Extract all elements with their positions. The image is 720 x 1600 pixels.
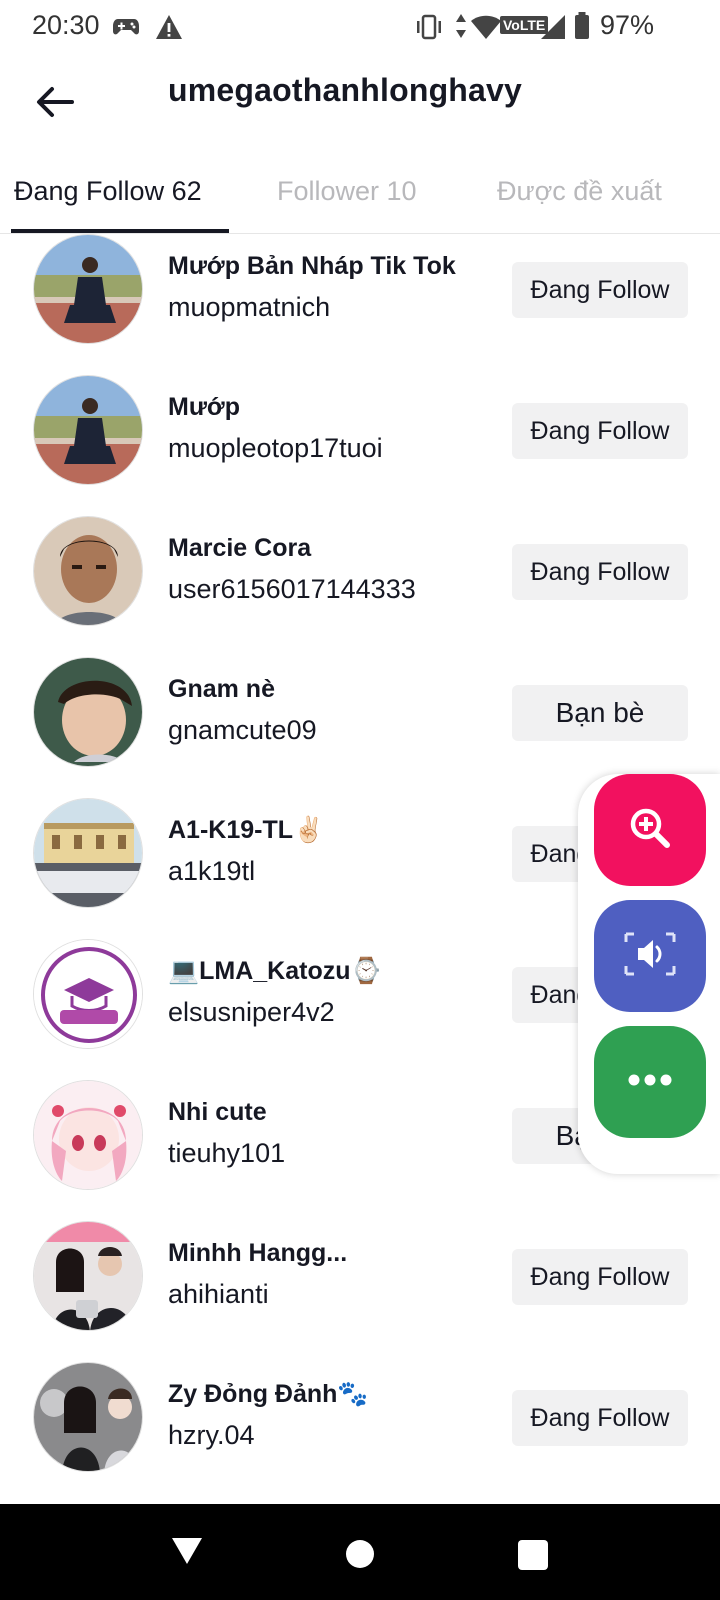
following-button[interactable]: Đang Follow [512, 544, 688, 600]
user-display-name: Nhi cute [168, 1098, 267, 1126]
more-icon [626, 1072, 674, 1093]
list-item[interactable]: Mướp Bản Nháp Tik Tok muopmatnich Đang F… [0, 234, 720, 378]
nav-home-icon[interactable] [346, 1540, 374, 1568]
avatar[interactable] [33, 375, 143, 485]
user-handle: muopleotop17tuoi [168, 433, 383, 463]
user-display-name: Zy Đỏng Đảnh🐾 [168, 1380, 369, 1408]
avatar[interactable] [33, 1080, 143, 1190]
nav-back-icon[interactable] [170, 1536, 204, 1571]
user-display-name: 💻LMA_Katozu⌚ [168, 957, 382, 985]
back-arrow-icon[interactable] [32, 78, 80, 126]
vibrate-icon [414, 14, 444, 45]
user-display-name: Marcie Cora [168, 534, 312, 562]
floating-action-panel [578, 774, 720, 1174]
user-handle: ahihianti [168, 1279, 269, 1309]
clock: 20:30 [32, 10, 100, 40]
battery-percent: 97% [600, 10, 655, 40]
header: umegaothanhlonghavy [0, 56, 720, 152]
tab-suggested[interactable]: Được đề xuất [497, 176, 662, 207]
user-handle: tieuhy101 [168, 1138, 286, 1168]
user-display-name: Mướp [168, 393, 240, 421]
battery-icon [574, 12, 590, 45]
user-display-name: A1-K19-TL✌🏻 [168, 816, 325, 844]
avatar[interactable] [33, 516, 143, 626]
user-handle: gnamcute09 [168, 715, 317, 745]
following-button[interactable]: Đang Follow [512, 262, 688, 318]
list-item[interactable]: Marcie Cora user6156017144333 Đang Follo… [0, 516, 720, 660]
user-handle: user6156017144333 [168, 574, 416, 604]
avatar[interactable] [33, 798, 143, 908]
signal-icon [540, 14, 566, 45]
following-button[interactable]: Đang Follow [512, 403, 688, 459]
zoom-in-icon [626, 804, 674, 857]
avatar[interactable] [33, 1221, 143, 1331]
list-item[interactable]: Minhh Hangg... ahihianti Đang Follow [0, 1221, 720, 1365]
tab-bar: Đang Follow 62 Follower 10 Được đề xuất [0, 166, 720, 234]
system-nav-bar [0, 1504, 720, 1600]
sound-button[interactable] [594, 900, 706, 1012]
warning-icon [155, 14, 183, 45]
user-handle: a1k19tl [168, 856, 256, 886]
status-bar: 20:30 VoLTE 97% [0, 0, 720, 56]
tab-followers[interactable]: Follower 10 [277, 176, 417, 207]
zoom-in-button[interactable] [594, 774, 706, 886]
nav-recents-icon[interactable] [518, 1540, 548, 1570]
game-controller-icon [112, 16, 140, 43]
avatar[interactable] [33, 939, 143, 1049]
friends-button[interactable]: Bạn bè [512, 685, 688, 741]
user-display-name: Gnam nè [168, 675, 275, 703]
page-title: umegaothanhlonghavy [168, 72, 523, 108]
wifi-icon [470, 14, 502, 45]
following-button[interactable]: Đang Follow [512, 1249, 688, 1305]
user-handle: hzry.04 [168, 1420, 255, 1450]
following-button[interactable]: Đang Follow [512, 1390, 688, 1446]
tab-following[interactable]: Đang Follow 62 [14, 176, 202, 207]
data-arrows-icon [454, 12, 468, 45]
list-item[interactable]: Zy Đỏng Đảnh🐾 hzry.04 Đang Follow [0, 1362, 720, 1506]
avatar[interactable] [33, 234, 143, 344]
active-tab-indicator [11, 229, 229, 233]
more-options-button[interactable] [594, 1026, 706, 1138]
avatar[interactable] [33, 1362, 143, 1472]
avatar[interactable] [33, 657, 143, 767]
speaker-icon [622, 930, 678, 983]
list-item[interactable]: Mướp muopleotop17tuoi Đang Follow [0, 375, 720, 519]
user-handle: muopmatnich [168, 292, 331, 322]
user-handle: elsusniper4v2 [168, 997, 335, 1027]
user-display-name: Mướp Bản Nháp Tik Tok [168, 252, 456, 280]
user-display-name: Minhh Hangg... [168, 1239, 348, 1267]
